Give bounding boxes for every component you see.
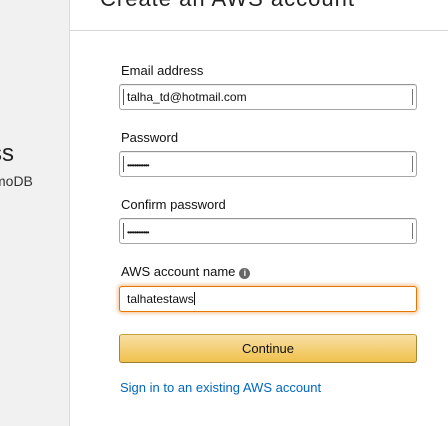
confirm-password-label: Confirm password [121, 197, 226, 212]
field-left-edge [123, 89, 124, 105]
header-rule [70, 30, 448, 31]
email-label: Email address [121, 63, 204, 78]
confirm-password-field[interactable]: •••••••••••• [119, 218, 417, 244]
password-value: •••••••••••• [127, 161, 150, 170]
left-heading: ss [0, 140, 14, 167]
password-label: Password [121, 130, 179, 145]
info-icon[interactable]: i [239, 268, 251, 279]
account-name-field[interactable]: talhatestaws [119, 286, 417, 312]
password-field[interactable]: •••••••••••• [119, 151, 417, 177]
field-left-edge [123, 156, 124, 172]
left-subtext: moDB [0, 173, 33, 189]
account-name-label-row: AWS account name i [121, 264, 251, 279]
account-name-label: AWS account name [121, 264, 236, 279]
email-value: talha_td@hotmail.com [127, 90, 247, 104]
field-right-edge [412, 223, 413, 239]
signin-existing-link[interactable]: Sign in to an existing AWS account [120, 380, 321, 395]
left-panel: ss moDB [0, 0, 69, 426]
field-right-edge [412, 89, 413, 105]
field-left-edge [123, 223, 124, 239]
email-field[interactable]: talha_td@hotmail.com [119, 84, 417, 110]
text-caret [193, 292, 195, 305]
confirm-password-value: •••••••••••• [127, 228, 150, 237]
continue-button[interactable]: Continue [119, 334, 417, 363]
field-right-edge [412, 156, 413, 172]
page-title: Create an AWS account [100, 0, 355, 12]
panel-divider [69, 0, 70, 426]
account-name-value: talhatestaws [127, 292, 194, 306]
